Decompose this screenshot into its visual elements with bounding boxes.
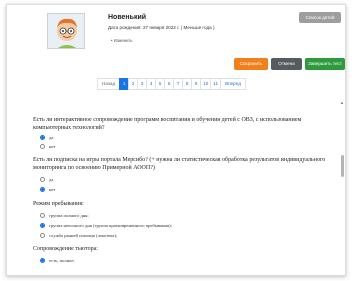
answer-label: группа полного дня; [49, 212, 89, 218]
answer-option[interactable]: группа полного дня; [40, 211, 89, 219]
vertical-scrollbar[interactable]: ▲ ▼ [340, 100, 344, 276]
pagination-next[interactable]: Вперед [220, 78, 246, 90]
radio-button[interactable] [40, 143, 45, 149]
answer-option[interactable]: нет [40, 142, 56, 150]
answer-label: нет [49, 186, 56, 192]
pagination: Назад 1 2 3 4 5 6 7 8 9 10 11 Вперед [97, 78, 246, 90]
answer-label: нет [49, 143, 56, 149]
answer-option[interactable]: нет [40, 185, 56, 193]
children-list-button[interactable]: Список детей [299, 12, 341, 23]
question-text: Есть ли подписка на игры портала Мерсибо… [33, 157, 326, 171]
question-text: Режим пребывания: [33, 201, 84, 207]
radio-button[interactable] [40, 186, 45, 192]
answer-option[interactable]: да [40, 133, 53, 141]
question-text: Сопровождение тьютора: [33, 246, 98, 252]
child-avatar-icon [48, 14, 84, 48]
radio-button[interactable] [40, 232, 45, 238]
child-avatar [47, 13, 85, 49]
radio-button[interactable] [40, 176, 45, 182]
save-button[interactable]: Сохранить [234, 58, 268, 70]
child-test-card: Новенький Дата рождения: 27 января 2022 … [6, 4, 346, 276]
pagination-prev[interactable]: Назад [97, 78, 121, 90]
scroll-down-icon[interactable]: ▼ [340, 275, 344, 276]
answer-label: да [49, 176, 54, 182]
edit-profile-link[interactable]: • Изменить [111, 38, 133, 43]
child-birth-date: Дата рождения: 27 января 2022 г. ( Меньш… [108, 25, 215, 30]
answer-label: есть, полное; [49, 257, 75, 263]
questionnaire: Есть ли интерактивное сопровождение прог… [7, 96, 345, 276]
answer-label: группа неполного дня (группа кратковреме… [49, 222, 172, 228]
question-text: Есть ли интерактивное сопровождение прог… [33, 117, 302, 131]
answer-option[interactable]: да [40, 175, 53, 183]
cancel-button[interactable]: Отмена [271, 58, 302, 70]
radio-button[interactable] [40, 257, 45, 263]
finish-test-button[interactable]: Завершить тест [305, 58, 345, 70]
radio-button[interactable] [40, 212, 45, 218]
answer-label: да [49, 134, 54, 140]
radio-button[interactable] [40, 222, 45, 228]
answer-option[interactable]: есть, полное; [40, 256, 75, 264]
child-name: Новенький [108, 14, 147, 21]
scroll-up-icon[interactable]: ▲ [340, 100, 344, 105]
scrollbar-thumb[interactable] [341, 155, 344, 177]
answer-option[interactable]: группа неполного дня (группа кратковреме… [40, 221, 172, 229]
radio-button[interactable] [40, 134, 45, 140]
answer-option[interactable]: служба ранней помощи (лекотека); [40, 231, 117, 239]
answer-label: служба ранней помощи (лекотека); [49, 232, 118, 238]
